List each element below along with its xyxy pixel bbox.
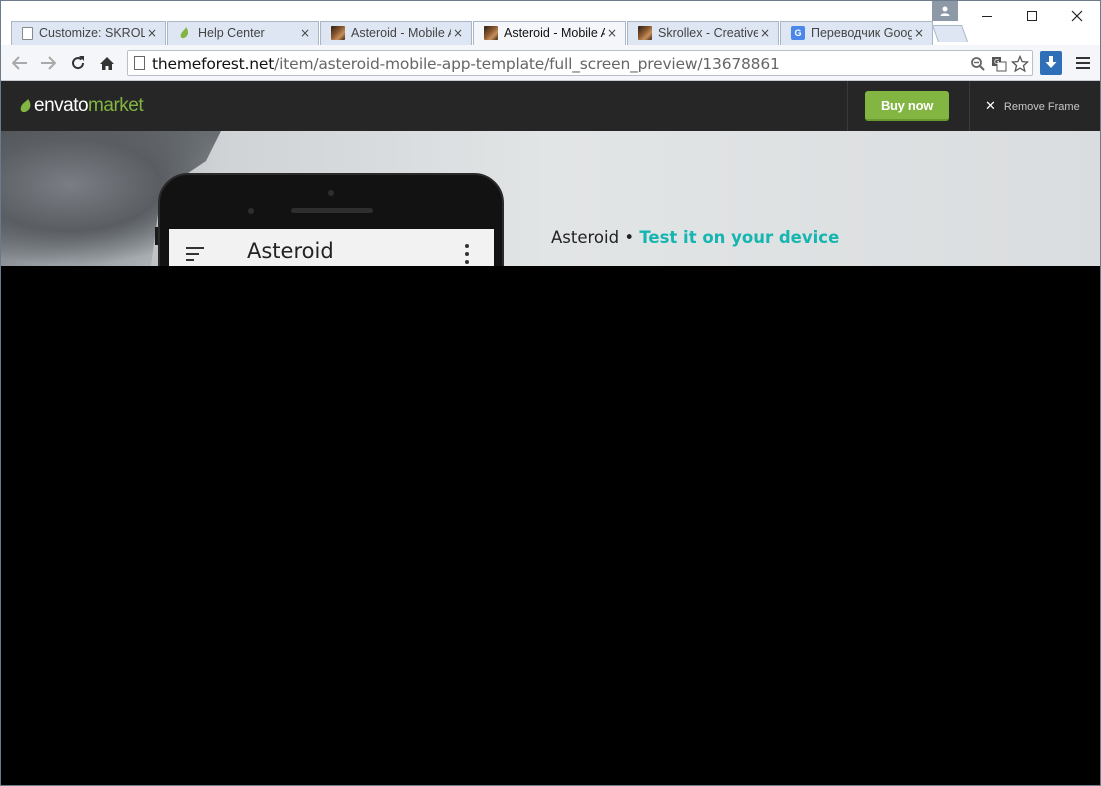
test-on-device-link[interactable]: Test it on your device xyxy=(639,228,839,247)
close-tab-icon[interactable]: × xyxy=(758,26,772,40)
close-window-button[interactable] xyxy=(1054,1,1100,31)
sort-menu-icon[interactable] xyxy=(186,247,206,261)
envato-market-logo[interactable]: envato market xyxy=(20,95,144,117)
close-tab-icon[interactable]: × xyxy=(145,26,159,40)
divider xyxy=(847,81,848,131)
close-tab-icon[interactable]: × xyxy=(605,26,619,40)
tab-help-center[interactable]: Help Center × xyxy=(167,21,319,45)
envato-preview-bar: envato market Buy now ✕ Remove Frame xyxy=(1,81,1100,131)
phone-camera xyxy=(328,190,334,196)
asteroid-thumbnail-icon xyxy=(484,26,498,40)
reload-icon xyxy=(72,56,85,70)
menu-icon xyxy=(1076,57,1090,69)
page-icon xyxy=(134,56,145,70)
tab-google-translate[interactable]: G Переводчик Google × xyxy=(780,21,933,45)
minimize-icon xyxy=(982,16,992,17)
headline-separator: • xyxy=(619,228,640,247)
url-host: themeforest.net xyxy=(152,55,275,73)
phone-mockup: Asteroid xyxy=(155,173,504,266)
tab-title: Customize: SKROLL xyxy=(39,26,145,40)
phone-side-button xyxy=(155,227,158,245)
back-button[interactable] xyxy=(9,52,31,74)
phone-screen: Asteroid xyxy=(169,229,494,266)
preview-headline: Asteroid • Test it on your device xyxy=(551,228,839,247)
logo-text-market: market xyxy=(88,95,144,116)
tab-skrollex[interactable]: Skrollex - Creative × xyxy=(627,21,779,45)
headline-app-name: Asteroid xyxy=(551,228,620,247)
zoom-button[interactable] xyxy=(968,54,988,74)
skrollex-thumbnail-icon xyxy=(638,26,652,40)
logo-text-envato: envato xyxy=(34,95,89,116)
forward-arrow-icon xyxy=(41,56,56,70)
close-icon: ✕ xyxy=(985,99,996,114)
translate-button[interactable]: G xyxy=(989,54,1009,74)
url-path: /item/asteroid-mobile-app-template/full_… xyxy=(274,55,780,73)
home-icon xyxy=(100,56,114,70)
tab-title: Asteroid - Mobile A xyxy=(351,26,451,40)
browser-toolbar: themeforest.net/item/asteroid-mobile-app… xyxy=(1,45,1100,81)
app-title: Asteroid xyxy=(247,239,334,263)
profile-button[interactable] xyxy=(932,1,958,21)
close-icon xyxy=(1071,10,1083,22)
address-bar[interactable]: themeforest.net/item/asteroid-mobile-app… xyxy=(127,50,1033,76)
tab-asteroid-1[interactable]: Asteroid - Mobile A × xyxy=(320,21,472,45)
reload-button[interactable] xyxy=(67,52,89,74)
new-tab-button[interactable] xyxy=(931,25,969,42)
buy-now-button[interactable]: Buy now xyxy=(865,91,949,121)
remove-frame-button[interactable]: ✕ Remove Frame xyxy=(985,99,1080,114)
bookmark-button[interactable] xyxy=(1010,54,1030,74)
tab-title: Переводчик Google xyxy=(811,26,912,40)
home-button[interactable] xyxy=(96,52,118,74)
chrome-menu-button[interactable] xyxy=(1072,52,1094,74)
tab-title: Help Center xyxy=(198,26,265,40)
tab-customize-skroll[interactable]: Customize: SKROLL × xyxy=(11,21,166,45)
close-tab-icon[interactable]: × xyxy=(912,26,926,40)
tab-title: Asteroid - Mobile A xyxy=(504,26,605,40)
phone-sensor xyxy=(248,208,254,214)
remove-frame-label: Remove Frame xyxy=(1003,100,1080,113)
forward-button[interactable] xyxy=(37,52,59,74)
document-icon xyxy=(22,26,33,40)
maximize-icon xyxy=(1027,11,1037,21)
tab-strip: Customize: SKROLL × Help Center × Astero… xyxy=(1,1,1100,45)
google-translate-icon: G xyxy=(791,26,805,40)
preview-hero: Asteroid Asteroid • Test it on your devi… xyxy=(1,131,1100,266)
zoom-icon xyxy=(971,57,985,71)
close-tab-icon[interactable]: × xyxy=(451,26,465,40)
back-arrow-icon xyxy=(12,56,27,70)
tab-title: Skrollex - Creative xyxy=(658,26,758,40)
bookmark-star-icon xyxy=(1011,55,1029,73)
envato-leaf-icon xyxy=(20,99,31,113)
url-text[interactable]: themeforest.net/item/asteroid-mobile-app… xyxy=(152,55,780,73)
maximize-button[interactable] xyxy=(1009,1,1055,31)
translate-icon: G xyxy=(992,57,1007,72)
minimize-button[interactable] xyxy=(964,1,1010,31)
download-button[interactable] xyxy=(1040,51,1062,75)
unrendered-content-area xyxy=(1,266,1100,785)
person-icon xyxy=(940,6,950,16)
tab-asteroid-active[interactable]: Asteroid - Mobile A × xyxy=(473,21,626,45)
phone-speaker xyxy=(291,208,373,213)
envato-leaf-icon xyxy=(178,26,192,40)
browser-window: Customize: SKROLL × Help Center × Astero… xyxy=(0,0,1101,786)
asteroid-thumbnail-icon xyxy=(331,26,345,40)
download-icon xyxy=(1045,56,1057,68)
divider xyxy=(969,81,970,131)
close-tab-icon[interactable]: × xyxy=(298,26,312,40)
svg-text:G: G xyxy=(994,58,999,66)
more-vert-icon[interactable] xyxy=(464,244,470,264)
